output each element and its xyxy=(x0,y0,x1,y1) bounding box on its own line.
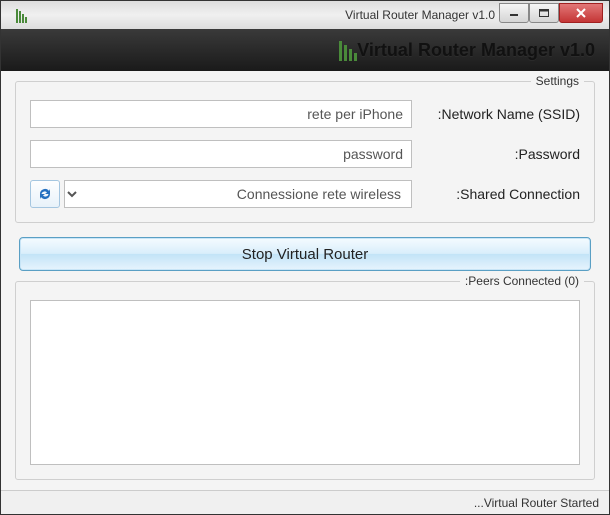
status-text: Virtual Router Started... xyxy=(474,496,599,510)
peers-group-title: Peers Connected (0): xyxy=(460,274,584,288)
refresh-icon xyxy=(37,186,53,202)
ssid-input[interactable] xyxy=(30,100,412,128)
peers-list[interactable] xyxy=(30,300,580,465)
maximize-icon xyxy=(539,9,549,17)
stop-router-button[interactable]: Stop Virtual Router xyxy=(19,237,591,271)
shared-connection-row: Shared Connection: Connessione rete wire… xyxy=(30,180,580,208)
ssid-row: Network Name (SSID): xyxy=(30,100,580,128)
minimize-button[interactable] xyxy=(499,3,529,23)
header-title: Virtual Router Manager v1.0 xyxy=(357,40,595,61)
shared-connection-label: Shared Connection: xyxy=(420,186,580,202)
wifi-bars-icon xyxy=(335,39,357,61)
content-area: Settings Network Name (SSID): Password: … xyxy=(1,71,609,490)
maximize-button[interactable] xyxy=(529,3,559,23)
app-window: Virtual Router Manager v1.0 Virtual Rout… xyxy=(0,0,610,515)
password-input[interactable] xyxy=(30,140,412,168)
shared-connection-select[interactable]: Connessione rete wireless xyxy=(64,180,412,208)
window-title: Virtual Router Manager v1.0 xyxy=(27,8,499,22)
refresh-button[interactable] xyxy=(30,180,60,208)
close-icon xyxy=(576,8,586,18)
close-button[interactable] xyxy=(559,3,603,23)
password-label: Password: xyxy=(420,146,580,162)
statusbar: Virtual Router Started... xyxy=(1,490,609,514)
settings-group-title: Settings xyxy=(531,74,584,88)
ssid-label: Network Name (SSID): xyxy=(420,106,580,122)
window-controls xyxy=(499,7,603,23)
titlebar[interactable]: Virtual Router Manager v1.0 xyxy=(1,1,609,29)
header-banner: Virtual Router Manager v1.0 xyxy=(1,29,609,71)
minimize-icon xyxy=(509,9,519,17)
peers-group: Peers Connected (0): xyxy=(15,281,595,480)
settings-group: Settings Network Name (SSID): Password: … xyxy=(15,81,595,223)
password-row: Password: xyxy=(30,140,580,168)
wifi-bars-icon xyxy=(11,7,27,23)
